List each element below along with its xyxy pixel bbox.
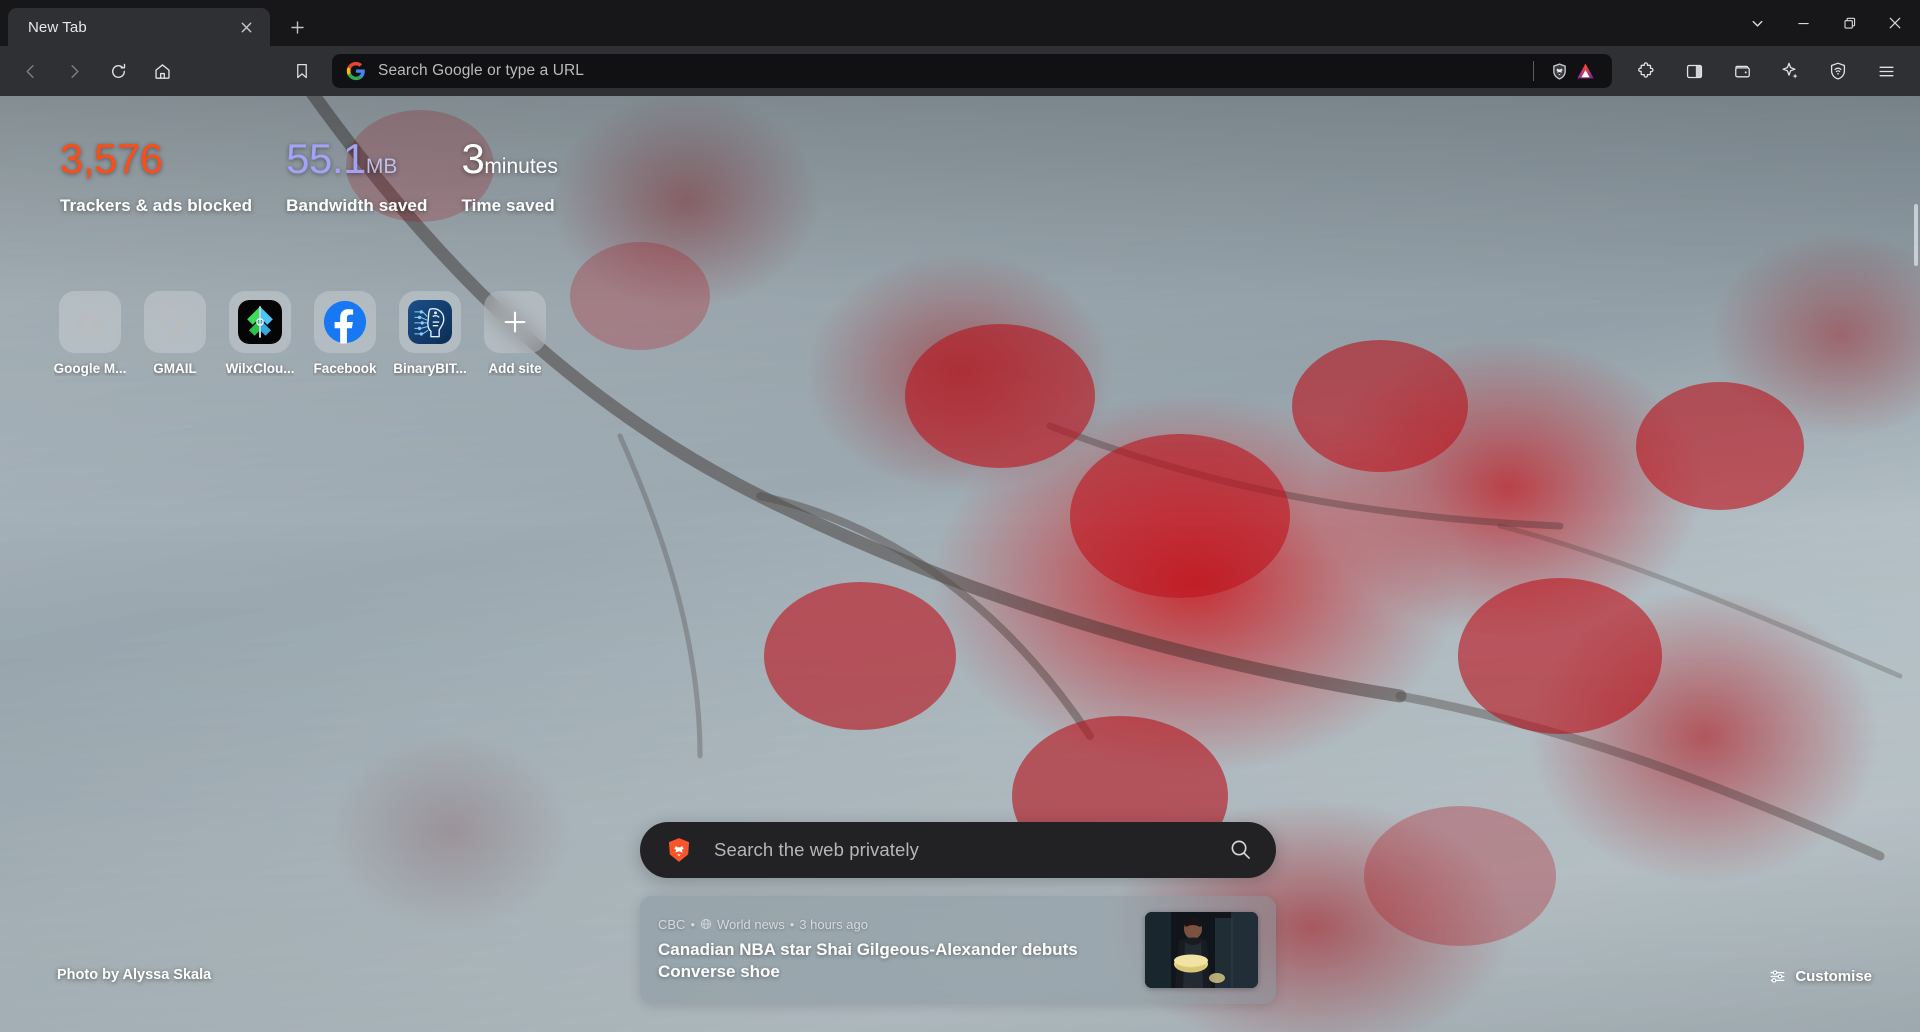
- facebook-icon: [314, 291, 376, 353]
- top-site-label: WilxClou...: [225, 361, 295, 376]
- window-controls: [1734, 0, 1920, 46]
- news-meta: CBC • World news • 3 hours ago: [658, 917, 1131, 932]
- stat-trackers-blocked: 3,576 Trackers & ads blocked: [60, 138, 252, 216]
- top-site-tile[interactable]: BinaryBIT...: [393, 291, 467, 376]
- stat-value: 3,576: [60, 135, 163, 182]
- privacy-stats: 3,576 Trackers & ads blocked 55.1MB Band…: [60, 138, 592, 216]
- tab-title: New Tab: [28, 18, 87, 36]
- customise-label: Customise: [1795, 968, 1872, 985]
- globe-icon: [700, 918, 712, 930]
- private-search-box[interactable]: Search the web privately: [640, 822, 1276, 878]
- top-site-tile[interactable]: GMAIL: [141, 291, 209, 376]
- minimize-icon[interactable]: [1780, 3, 1826, 43]
- news-timestamp: 3 hours ago: [799, 916, 868, 932]
- leo-ai-icon[interactable]: [1772, 53, 1808, 89]
- new-tab-page: 3,576 Trackers & ads blocked 55.1MB Band…: [0, 96, 1920, 1032]
- tab-strip: New Tab: [0, 0, 1920, 46]
- omnibox-divider: [1533, 61, 1534, 81]
- bookmark-icon[interactable]: [284, 53, 320, 89]
- navigation-buttons: [0, 53, 324, 89]
- top-site-tile[interactable]: WilxClou...: [226, 291, 294, 376]
- wallet-icon[interactable]: [1724, 53, 1760, 89]
- news-meta-separator: •: [690, 916, 696, 932]
- browser-toolbar: Search Google or type a URL: [0, 46, 1920, 96]
- window-close-icon[interactable]: [1872, 3, 1918, 43]
- maximize-icon[interactable]: [1826, 3, 1872, 43]
- news-category: World news: [717, 916, 785, 932]
- scrollbar-thumb[interactable]: [1914, 204, 1918, 266]
- extensions-icon[interactable]: [1628, 53, 1664, 89]
- news-meta-separator-2: •: [789, 916, 795, 932]
- stat-label: Time saved: [461, 196, 555, 215]
- customise-button[interactable]: Customise: [1769, 968, 1872, 985]
- wilxcloud-icon: [229, 291, 291, 353]
- brave-news-card[interactable]: CBC • World news • 3 hours ago Canadian …: [640, 896, 1276, 1004]
- top-site-tile[interactable]: Facebook: [311, 291, 379, 376]
- reload-icon[interactable]: [100, 53, 136, 89]
- top-sites: Google M... GMAIL WilxClou... Facebook B…: [53, 291, 549, 376]
- stat-value: 3minutes: [461, 135, 558, 182]
- top-site-label: BinaryBIT...: [393, 361, 467, 376]
- stat-value: 55.1MB: [286, 135, 398, 182]
- brave-lion-icon[interactable]: [1546, 58, 1572, 84]
- add-site-label: Add site: [488, 361, 542, 376]
- omnibox-actions: [1521, 58, 1604, 84]
- search-icon[interactable]: [1228, 837, 1254, 863]
- top-site-label: GMAIL: [153, 361, 197, 376]
- photo-credit: Photo by Alyssa Skala: [57, 967, 212, 983]
- binarybit-icon: [399, 291, 461, 353]
- chevron-down-icon[interactable]: [1734, 3, 1780, 43]
- forward-icon[interactable]: [56, 53, 92, 89]
- browser-tab[interactable]: New Tab: [8, 8, 270, 46]
- bat-triangle-icon[interactable]: [1572, 58, 1598, 84]
- stat-bandwidth-saved: 55.1MB Bandwidth saved: [286, 138, 427, 216]
- globe-icon: [59, 291, 121, 353]
- news-source: CBC: [658, 916, 686, 932]
- tab-strip-drag-region: [314, 8, 1734, 46]
- background-vignette: [0, 96, 1920, 1032]
- news-headline[interactable]: Canadian NBA star Shai Gilgeous-Alexande…: [658, 939, 1131, 984]
- address-bar[interactable]: Search Google or type a URL: [332, 54, 1612, 88]
- close-icon[interactable]: [234, 15, 258, 39]
- sliders-icon: [1769, 968, 1786, 985]
- brave-lion-icon: [666, 837, 692, 863]
- stat-time-saved: 3minutes Time saved: [461, 138, 557, 216]
- search-input-placeholder: Search the web privately: [714, 839, 919, 860]
- home-icon[interactable]: [144, 53, 180, 89]
- top-site-tile[interactable]: Google M...: [53, 291, 127, 376]
- top-site-label: Facebook: [313, 361, 377, 376]
- news-thumbnail: [1145, 912, 1258, 988]
- stat-label: Trackers & ads blocked: [60, 196, 253, 215]
- sidebar-icon[interactable]: [1676, 53, 1712, 89]
- google-icon: [346, 61, 366, 81]
- add-site-tile[interactable]: Add site: [481, 291, 549, 376]
- toolbar-right-actions: [1622, 53, 1920, 89]
- top-site-label: Google M...: [53, 361, 127, 376]
- globe-icon: [144, 291, 206, 353]
- app-menu-icon[interactable]: [1868, 53, 1904, 89]
- news-text-block: CBC • World news • 3 hours ago Canadian …: [658, 917, 1145, 984]
- back-icon[interactable]: [12, 53, 48, 89]
- brave-shields-icon[interactable]: [1820, 53, 1856, 89]
- plus-icon: [484, 291, 546, 353]
- stat-label: Bandwidth saved: [286, 196, 428, 215]
- address-bar-text: Search Google or type a URL: [378, 62, 585, 79]
- new-tab-button[interactable]: [280, 10, 314, 44]
